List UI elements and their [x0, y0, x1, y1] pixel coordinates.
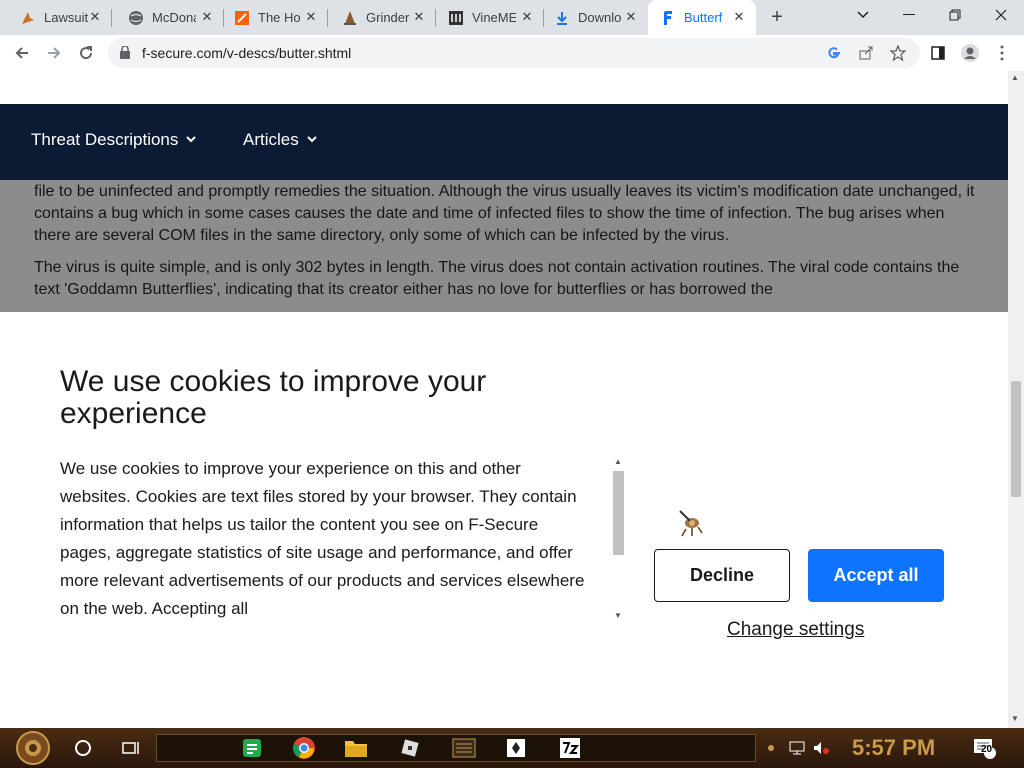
- tab-title: The Ho: [258, 10, 301, 25]
- minimize-icon[interactable]: [886, 0, 932, 30]
- home-depot-icon: [234, 10, 250, 26]
- spreadsheet-app-icon[interactable]: [238, 734, 266, 762]
- notification-icon[interactable]: 20: [970, 734, 1000, 762]
- tab-title: Butterf: [684, 10, 723, 25]
- taskbar-clock[interactable]: 5:57 PM: [852, 735, 935, 761]
- reload-icon[interactable]: [72, 39, 100, 67]
- cookie-title: We use cookies to improve your experienc…: [60, 365, 487, 430]
- tab-search-icon[interactable]: [840, 0, 886, 30]
- bird-icon: [20, 10, 36, 26]
- close-icon[interactable]: ✕: [304, 10, 318, 24]
- tab-title: Grinder: [366, 10, 410, 25]
- windows-taskbar: 5:57 PM 20: [0, 728, 1024, 768]
- tab-home-depot[interactable]: The Ho ✕: [222, 0, 328, 35]
- share-icon[interactable]: [856, 43, 876, 63]
- new-tab-button[interactable]: +: [766, 6, 788, 28]
- game-app-icon[interactable]: [450, 734, 478, 762]
- tab-grinder[interactable]: Grinder ✕: [330, 0, 436, 35]
- 7zip-icon[interactable]: [556, 734, 584, 762]
- site-navigation: Threat Descriptions Articles: [0, 104, 1008, 180]
- star-icon[interactable]: [888, 43, 908, 63]
- tab-title: McDona: [152, 10, 196, 25]
- scroll-down-arrow-icon[interactable]: ▼: [614, 611, 622, 620]
- profile-avatar-icon[interactable]: [956, 39, 984, 67]
- cookie-text-scrollbar[interactable]: ▲ ▼: [610, 455, 626, 625]
- scroll-up-arrow-icon[interactable]: ▲: [1011, 73, 1019, 82]
- close-icon[interactable]: ✕: [412, 10, 426, 24]
- scroll-thumb[interactable]: [613, 471, 624, 555]
- vine-icon: [448, 10, 464, 26]
- tray-chevron-icon[interactable]: [764, 734, 778, 762]
- notification-count: 20: [981, 744, 993, 755]
- network-icon[interactable]: [786, 734, 808, 762]
- web-page: Threat Descriptions Articles file to be …: [0, 71, 1008, 728]
- cookie-banner: We use cookies to improve your experienc…: [0, 312, 1008, 728]
- close-icon[interactable]: ✕: [200, 10, 214, 24]
- tab-title: Lawsuit: [44, 10, 88, 25]
- tab-butterfly[interactable]: Butterf ✕: [648, 0, 756, 35]
- tab-vineme[interactable]: VineME ✕: [436, 0, 544, 35]
- cookie-body-text: We use cookies to improve your experienc…: [60, 459, 585, 618]
- browser-toolbar: f-secure.com/v-descs/butter.shtml: [0, 35, 1024, 71]
- google-icon[interactable]: [824, 43, 844, 63]
- solitaire-icon[interactable]: [502, 734, 530, 762]
- back-arrow-icon[interactable]: [8, 39, 36, 67]
- chevron-down-icon: [307, 135, 317, 146]
- close-icon[interactable]: ✕: [732, 10, 746, 24]
- url-text[interactable]: f-secure.com/v-descs/butter.shtml: [142, 45, 351, 61]
- lock-icon[interactable]: [120, 45, 130, 64]
- address-bar[interactable]: f-secure.com/v-descs/butter.shtml: [108, 38, 920, 68]
- bug-cursor-icon: [676, 509, 708, 544]
- task-view-icon[interactable]: [118, 734, 144, 762]
- tab-download[interactable]: Downlo ✕: [542, 0, 648, 35]
- close-icon[interactable]: ✕: [624, 10, 638, 24]
- tab-strip: Lawsuit ✕ McDona ✕ The Ho ✕ Grinder ✕ Vi…: [0, 0, 1024, 35]
- tab-mcdonalds[interactable]: McDona ✕: [116, 0, 224, 35]
- nav-articles[interactable]: Articles: [243, 130, 317, 150]
- file-explorer-icon[interactable]: [342, 734, 370, 762]
- menu-kebab-icon[interactable]: [988, 39, 1016, 67]
- volume-muted-icon[interactable]: [810, 734, 832, 762]
- close-window-icon[interactable]: [978, 0, 1024, 30]
- chevron-down-icon: [186, 135, 197, 146]
- roblox-icon[interactable]: [396, 734, 424, 762]
- forward-arrow-icon[interactable]: [40, 39, 68, 67]
- close-icon[interactable]: ✕: [88, 10, 102, 24]
- tab-title: VineME: [472, 10, 516, 25]
- restore-icon[interactable]: [932, 0, 978, 30]
- scroll-thumb[interactable]: [1011, 381, 1021, 497]
- decline-button[interactable]: Decline: [654, 549, 790, 602]
- page-scrollbar[interactable]: ▲ ▼: [1008, 71, 1024, 728]
- tab-lawsuit[interactable]: Lawsuit ✕: [8, 0, 112, 35]
- overlay-shade: [0, 180, 1008, 312]
- scroll-down-arrow-icon[interactable]: ▼: [1011, 714, 1019, 723]
- tab-title: Downlo: [578, 10, 622, 25]
- cone-icon: [342, 10, 358, 26]
- nav-threat-descriptions[interactable]: Threat Descriptions: [31, 130, 197, 150]
- scroll-up-arrow-icon[interactable]: ▲: [614, 457, 622, 466]
- start-button[interactable]: [8, 730, 58, 766]
- chrome-icon[interactable]: [290, 734, 318, 762]
- change-settings-link[interactable]: Change settings: [727, 619, 864, 641]
- side-panel-icon[interactable]: [924, 39, 952, 67]
- close-icon[interactable]: ✕: [520, 10, 534, 24]
- search-circle-icon[interactable]: [70, 734, 96, 762]
- f-secure-icon: [660, 10, 676, 26]
- download-icon: [554, 10, 570, 26]
- globe-icon: [128, 10, 144, 26]
- accept-all-button[interactable]: Accept all: [808, 549, 944, 602]
- cookie-text-container[interactable]: We use cookies to improve your experienc…: [60, 455, 630, 625]
